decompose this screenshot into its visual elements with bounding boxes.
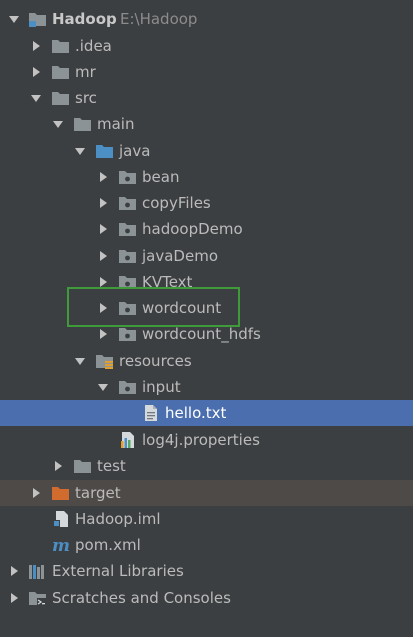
tree-node-input[interactable]: input: [0, 374, 413, 400]
root-label: Hadoop: [52, 10, 117, 28]
tree-label: mr: [75, 63, 96, 81]
package-icon: [118, 378, 137, 396]
tree-label: input: [142, 378, 181, 396]
tree-label: javaDemo: [142, 247, 218, 265]
tree-node-idea[interactable]: .idea: [0, 33, 413, 59]
collapse-arrow-icon[interactable]: [94, 243, 112, 269]
text-file-icon: [141, 404, 160, 422]
expand-arrow-icon[interactable]: [5, 6, 23, 32]
tree-label: External Libraries: [52, 562, 184, 580]
collapse-arrow-icon[interactable]: [94, 295, 112, 321]
tree-label: hello.txt: [165, 404, 227, 422]
tree-label: KVText: [142, 273, 193, 291]
module-folder-icon: [28, 10, 47, 28]
tree-label: resources: [119, 352, 192, 370]
package-icon: [118, 325, 137, 343]
tree-label: hadoopDemo: [142, 220, 243, 238]
package-icon: [118, 299, 137, 317]
tree-node-bean[interactable]: bean: [0, 164, 413, 190]
tree-label: bean: [142, 168, 180, 186]
expand-arrow-icon[interactable]: [71, 348, 89, 374]
collapse-arrow-icon[interactable]: [49, 453, 67, 479]
expand-arrow-icon[interactable]: [71, 138, 89, 164]
tree-label: wordcount: [142, 299, 222, 317]
tree-node-hello-txt[interactable]: hello.txt: [0, 400, 413, 426]
collapse-arrow-icon[interactable]: [94, 190, 112, 216]
tree-node-test[interactable]: test: [0, 453, 413, 479]
folder-icon: [51, 37, 70, 55]
collapse-arrow-icon[interactable]: [94, 216, 112, 242]
folder-icon: [51, 63, 70, 81]
tree-label: wordcount_hdfs: [142, 325, 261, 343]
tree-label: target: [75, 484, 121, 502]
collapse-arrow-icon[interactable]: [5, 558, 23, 584]
tree-label: .idea: [75, 37, 112, 55]
tree-label: pom.xml: [75, 536, 141, 554]
tree-node-javademo[interactable]: javaDemo: [0, 243, 413, 269]
collapse-arrow-icon[interactable]: [27, 33, 45, 59]
tree-node-wordcount[interactable]: wordcount: [0, 295, 413, 321]
tree-label: src: [75, 89, 97, 107]
expand-arrow-icon[interactable]: [27, 85, 45, 111]
package-icon: [118, 168, 137, 186]
tree-node-log4j[interactable]: log4j.properties: [0, 427, 413, 453]
expand-arrow-icon[interactable]: [49, 111, 67, 137]
collapse-arrow-icon[interactable]: [94, 269, 112, 295]
tree-label: test: [97, 457, 126, 475]
tree-node-hadoop-iml[interactable]: Hadoop.iml: [0, 506, 413, 532]
excluded-folder-icon: [51, 484, 70, 502]
tree-node-external-libraries[interactable]: External Libraries: [0, 558, 413, 584]
collapse-arrow-icon[interactable]: [5, 585, 23, 611]
tree-node-hadoopdemo[interactable]: hadoopDemo: [0, 216, 413, 242]
expand-arrow-icon[interactable]: [94, 374, 112, 400]
package-icon: [118, 247, 137, 265]
folder-icon: [73, 457, 92, 475]
tree-node-src[interactable]: src: [0, 85, 413, 111]
collapse-arrow-icon[interactable]: [27, 59, 45, 85]
package-icon: [118, 220, 137, 238]
collapse-arrow-icon[interactable]: [94, 321, 112, 347]
svg-text:m: m: [52, 536, 70, 554]
tree-node-wordcount-hdfs[interactable]: wordcount_hdfs: [0, 321, 413, 347]
tree-label: java: [119, 142, 151, 160]
package-icon: [118, 273, 137, 291]
root-path: E:\Hadoop: [120, 10, 198, 28]
collapse-arrow-icon[interactable]: [94, 164, 112, 190]
scratches-icon: [28, 589, 47, 607]
tree-node-mr[interactable]: mr: [0, 59, 413, 85]
properties-file-icon: [118, 431, 137, 449]
maven-icon: m: [51, 536, 70, 554]
package-icon: [118, 194, 137, 212]
tree-label: copyFiles: [142, 194, 211, 212]
tree-node-resources[interactable]: resources: [0, 348, 413, 374]
source-root-folder-icon: [95, 142, 114, 160]
tree-node-kvtext[interactable]: KVText: [0, 269, 413, 295]
collapse-arrow-icon[interactable]: [27, 480, 45, 506]
tree-node-copyfiles[interactable]: copyFiles: [0, 190, 413, 216]
tree-node-target[interactable]: target: [0, 480, 413, 506]
iml-file-icon: [51, 510, 70, 528]
folder-icon: [73, 115, 92, 133]
tree-label: Scratches and Consoles: [52, 589, 231, 607]
resources-folder-icon: [95, 352, 114, 370]
tree-node-pom-xml[interactable]: m pom.xml: [0, 532, 413, 558]
tree-node-hadoop-root[interactable]: Hadoop E:\Hadoop: [0, 6, 413, 32]
libraries-icon: [28, 562, 47, 580]
tree-node-scratches-consoles[interactable]: Scratches and Consoles: [0, 585, 413, 611]
tree-label: Hadoop.iml: [75, 510, 161, 528]
folder-icon: [51, 89, 70, 107]
tree-label: log4j.properties: [142, 431, 260, 449]
tree-node-main[interactable]: main: [0, 111, 413, 137]
tree-label: main: [97, 115, 135, 133]
project-tree: Hadoop E:\Hadoop .idea mr src main java …: [0, 0, 413, 637]
tree-node-java[interactable]: java: [0, 138, 413, 164]
